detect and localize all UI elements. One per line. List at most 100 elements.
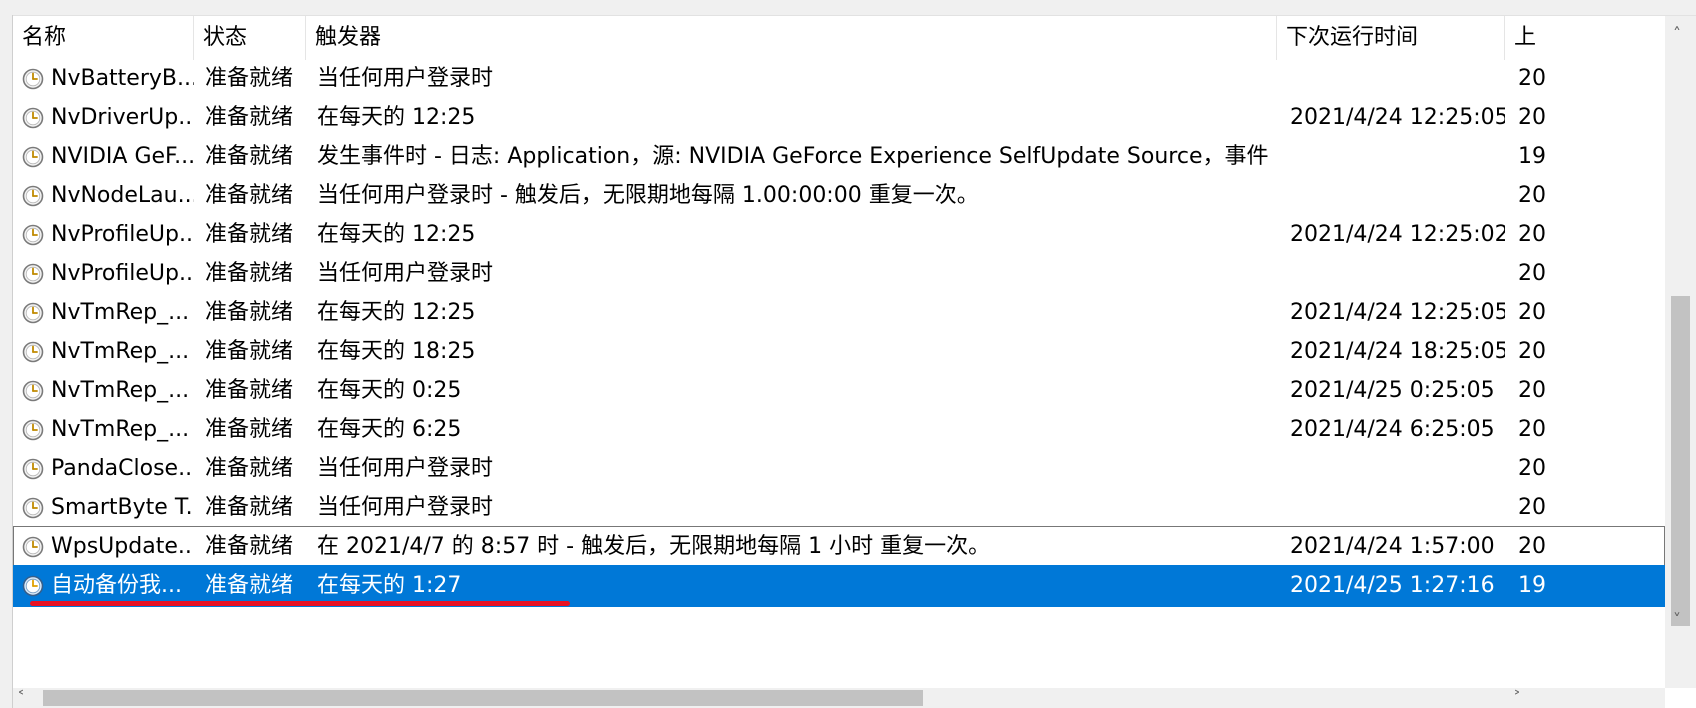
task-row[interactable]: WpsUpdate... 准备就绪在 2021/4/7 的 8:57 时 - 触发… <box>13 526 1665 568</box>
cell-trigger: 当任何用户登录时 <box>317 261 494 286</box>
task-row[interactable]: NvBatteryB... 准备就绪 当任何用户登录时 20 <box>13 58 1665 100</box>
cell-next-run: 2021/4/25 1:27:16 <box>1290 573 1495 598</box>
cell-trigger: 当任何用户登录时 <box>317 456 494 481</box>
cell-trigger: 在每天的 12:25 <box>317 300 476 325</box>
chevron-up-icon[interactable]: ˄ <box>1673 26 1681 42</box>
cell-trigger: 当任何用户登录时 <box>317 66 494 91</box>
cell-status: 准备就绪 <box>205 144 294 169</box>
task-row[interactable]: NvTmRep_... 准备就绪 在每天的 0:25 2021/4/25 0:25:0… <box>13 370 1665 412</box>
task-clock-icon <box>22 497 44 519</box>
task-clock-icon <box>22 536 44 558</box>
chevron-right-icon[interactable]: ˃ <box>1513 690 1521 706</box>
horizontal-scrollbar[interactable]: ˂ ˃ <box>13 688 1665 708</box>
task-clock-icon <box>22 107 44 129</box>
cell-name: PandaClose... <box>51 456 194 481</box>
task-row[interactable]: NvTmRep_... 准备就绪 在每天的 6:25 2021/4/24 6:25:0… <box>13 409 1665 451</box>
cell-next-run <box>1290 175 1505 217</box>
cell-status: 准备就绪 <box>205 183 294 208</box>
chevron-left-icon[interactable]: ˂ <box>17 690 25 706</box>
cell-name: WpsUpdate... <box>51 534 194 559</box>
cell-status: 准备就绪 <box>205 378 294 403</box>
left-frame-edge <box>0 15 13 708</box>
cell-next-run <box>1290 487 1505 529</box>
cell-status: 准备就绪 <box>205 495 294 520</box>
column-header-name[interactable]: 名称 <box>13 16 194 60</box>
task-clock-icon <box>22 575 44 597</box>
cell-next-run: 2021/4/24 12:25:05 <box>1290 105 1505 130</box>
cell-trigger: 在每天的 6:25 <box>317 417 462 442</box>
cell-last-run: 20 <box>1518 183 1546 208</box>
cell-next-run <box>1290 58 1505 100</box>
task-clock-icon <box>22 68 44 90</box>
cell-last-run: 19 <box>1518 144 1546 169</box>
cell-name: NvNodeLau... <box>51 183 194 208</box>
cell-last-run: 20 <box>1518 378 1546 403</box>
task-row[interactable]: NvProfileUp... 准备就绪 在每天的 12:25 2021/4/24 12… <box>13 214 1665 256</box>
task-row[interactable]: NvNodeLau... 准备就绪 当任何用户登录时 - 触发后，无限期地每隔 1.… <box>13 175 1665 217</box>
cell-last-run: 20 <box>1518 456 1546 481</box>
task-scheduler-list-window: 名称 状态 触发器 下次运行时间 上 NvBatteryB... 准备就绪 当任何用… <box>0 0 1696 708</box>
cell-name: NvBatteryB... <box>51 66 194 91</box>
vertical-scroll-thumb[interactable] <box>1671 296 1690 626</box>
cell-last-run: 20 <box>1518 534 1546 559</box>
task-row[interactable]: NvDriverUp... 准备就绪 在每天的 12:25 2021/4/24 12:… <box>13 97 1665 139</box>
cell-name: NvTmRep_... <box>51 339 190 364</box>
task-row[interactable]: NvTmRep_... 准备就绪 在每天的 12:25 2021/4/24 12:25… <box>13 292 1665 334</box>
task-clock-icon <box>22 341 44 363</box>
task-clock-icon <box>22 185 44 207</box>
cell-last-run: 20 <box>1518 105 1546 130</box>
cell-name: NvDriverUp... <box>51 105 194 130</box>
vertical-scrollbar[interactable]: ˄ ˅ <box>1665 16 1696 688</box>
cell-name: NvProfileUp... <box>51 222 194 247</box>
cell-name: NvTmRep_... <box>51 300 190 325</box>
task-clock-icon <box>22 302 44 324</box>
cell-status: 准备就绪 <box>205 417 294 442</box>
cell-trigger: 当任何用户登录时 <box>317 495 494 520</box>
task-clock-icon <box>22 263 44 285</box>
task-row[interactable]: NvProfileUp... 准备就绪 当任何用户登录时 20 <box>13 253 1665 295</box>
column-header-last-run[interactable]: 上 <box>1505 16 1665 60</box>
column-header-status[interactable]: 状态 <box>194 16 306 60</box>
cell-next-run: 2021/4/24 18:25:05 <box>1290 339 1505 364</box>
chevron-down-icon[interactable]: ˅ <box>1673 612 1681 628</box>
task-row[interactable]: SmartByte T... 准备就绪 当任何用户登录时 20 <box>13 487 1665 529</box>
cell-trigger: 在每天的 12:25 <box>317 105 476 130</box>
cell-next-run: 2021/4/24 12:25:05 <box>1290 300 1505 325</box>
cell-status: 准备就绪 <box>205 261 294 286</box>
task-clock-icon <box>22 380 44 402</box>
cell-last-run: 20 <box>1518 66 1546 91</box>
cell-trigger: 发生事件时 - 日志: Application，源: NVIDIA GeForc… <box>317 144 1277 169</box>
cell-next-run: 2021/4/24 12:25:02 <box>1290 222 1505 247</box>
cell-last-run: 20 <box>1518 417 1546 442</box>
horizontal-scroll-thumb[interactable] <box>43 690 923 706</box>
cell-last-run: 20 <box>1518 300 1546 325</box>
cell-last-run: 20 <box>1518 495 1546 520</box>
task-row[interactable]: NVIDIA GeF... 准备就绪 发生事件时 - 日志: Application… <box>13 136 1665 178</box>
cell-name: NvTmRep_... <box>51 417 190 442</box>
column-header-trigger[interactable]: 触发器 <box>306 16 1277 60</box>
cell-trigger: 在每天的 18:25 <box>317 339 476 364</box>
cell-status: 准备就绪 <box>205 339 294 364</box>
task-list-view[interactable]: 名称 状态 触发器 下次运行时间 上 NvBatteryB... 准备就绪 当任何用… <box>13 16 1665 688</box>
cell-next-run: 2021/4/25 0:25:05 <box>1290 378 1495 403</box>
cell-last-run: 19 <box>1518 573 1546 598</box>
cell-next-run: 2021/4/24 1:57:00 <box>1290 534 1495 559</box>
cell-trigger: 在每天的 12:25 <box>317 222 476 247</box>
cell-status: 准备就绪 <box>205 534 294 559</box>
cell-name: NvTmRep_... <box>51 378 190 403</box>
cell-status: 准备就绪 <box>205 456 294 481</box>
cell-next-run <box>1290 253 1505 295</box>
red-underline-annotation <box>30 601 570 606</box>
cell-status: 准备就绪 <box>205 222 294 247</box>
column-header-next-run[interactable]: 下次运行时间 <box>1277 16 1505 60</box>
cell-next-run <box>1290 448 1505 490</box>
cell-name: SmartByte T... <box>51 495 194 520</box>
cell-status: 准备就绪 <box>205 105 294 130</box>
list-header: 名称 状态 触发器 下次运行时间 上 <box>13 16 1665 60</box>
cell-last-run: 20 <box>1518 261 1546 286</box>
task-row[interactable]: NvTmRep_... 准备就绪 在每天的 18:25 2021/4/24 18:25… <box>13 331 1665 373</box>
task-clock-icon <box>22 458 44 480</box>
cell-last-run: 20 <box>1518 339 1546 364</box>
task-clock-icon <box>22 146 44 168</box>
task-row[interactable]: PandaClose... 准备就绪 当任何用户登录时 20 <box>13 448 1665 490</box>
